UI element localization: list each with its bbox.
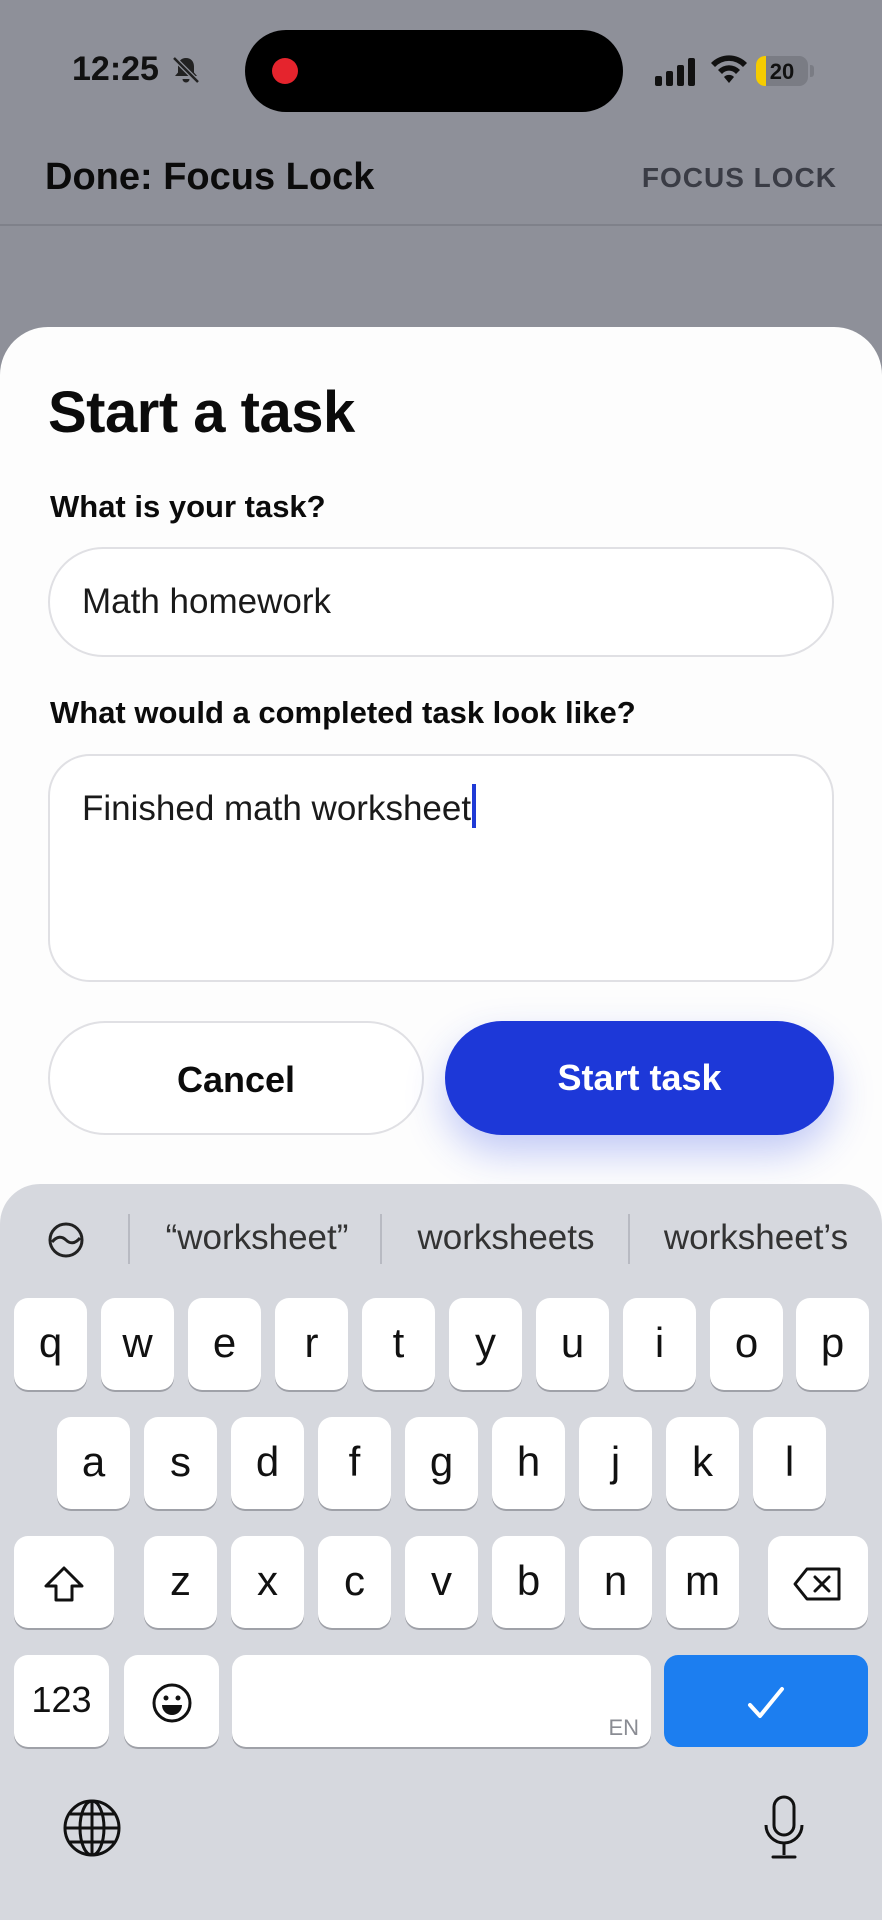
task-input[interactable]: Math homework xyxy=(48,547,834,657)
emoji-key[interactable] xyxy=(124,1655,219,1747)
text-caret xyxy=(472,784,477,828)
key-p[interactable]: p xyxy=(796,1298,869,1390)
key-y[interactable]: y xyxy=(449,1298,522,1390)
completion-label: What would a completed task look like? xyxy=(50,695,636,730)
bell-slash-icon xyxy=(172,56,200,84)
cancel-button[interactable]: Cancel xyxy=(48,1021,424,1135)
key-c[interactable]: c xyxy=(318,1536,391,1628)
task-input-value: Math homework xyxy=(82,582,331,621)
key-v[interactable]: v xyxy=(405,1536,478,1628)
key-g[interactable]: g xyxy=(405,1417,478,1509)
shift-icon xyxy=(44,1566,84,1602)
battery-percent: 20 xyxy=(769,59,795,84)
key-o[interactable]: o xyxy=(710,1298,783,1390)
space-language-label: EN xyxy=(608,1715,639,1740)
battery-icon: 20 xyxy=(756,56,808,86)
suggestion-bar: “worksheet” worksheets worksheet’s xyxy=(0,1184,882,1294)
key-k[interactable]: k xyxy=(666,1417,739,1509)
key-s[interactable]: s xyxy=(144,1417,217,1509)
header-title: Done: Focus Lock xyxy=(45,156,375,198)
header-brand: FOCUS LOCK xyxy=(641,162,837,193)
key-j[interactable]: j xyxy=(579,1417,652,1509)
wifi-icon xyxy=(711,55,747,83)
sheet-title: Start a task xyxy=(48,380,355,445)
completion-textarea-value: Finished math worksheet xyxy=(82,789,472,828)
suggestion-2[interactable]: worksheets xyxy=(384,1218,628,1258)
dynamic-island xyxy=(245,30,623,112)
checkmark-icon xyxy=(748,1686,784,1718)
key-d[interactable]: d xyxy=(231,1417,304,1509)
microphone-icon[interactable] xyxy=(763,1795,805,1861)
predictive-text-icon[interactable] xyxy=(46,1220,86,1260)
key-b[interactable]: b xyxy=(492,1536,565,1628)
cellular-signal-icon xyxy=(655,58,695,86)
keyboard: “worksheet” worksheets worksheet’s q w e… xyxy=(0,1184,882,1920)
delete-icon xyxy=(793,1567,841,1601)
key-m[interactable]: m xyxy=(666,1536,739,1628)
key-u[interactable]: u xyxy=(536,1298,609,1390)
app-header: Done: Focus Lock FOCUS LOCK xyxy=(0,150,882,226)
key-w[interactable]: w xyxy=(101,1298,174,1390)
suggestion-3[interactable]: worksheet’s xyxy=(632,1218,880,1258)
key-x[interactable]: x xyxy=(231,1536,304,1628)
key-h[interactable]: h xyxy=(492,1417,565,1509)
key-e[interactable]: e xyxy=(188,1298,261,1390)
completion-textarea[interactable]: Finished math worksheet xyxy=(48,754,834,982)
key-r[interactable]: r xyxy=(275,1298,348,1390)
key-n[interactable]: n xyxy=(579,1536,652,1628)
key-l[interactable]: l xyxy=(753,1417,826,1509)
delete-key[interactable] xyxy=(768,1536,868,1628)
status-bar: 12:25 20 xyxy=(0,0,882,150)
start-task-button[interactable]: Start task xyxy=(445,1021,834,1135)
key-f[interactable]: f xyxy=(318,1417,391,1509)
suggestion-1[interactable]: “worksheet” xyxy=(132,1218,382,1258)
key-t[interactable]: t xyxy=(362,1298,435,1390)
key-i[interactable]: i xyxy=(623,1298,696,1390)
key-z[interactable]: z xyxy=(144,1536,217,1628)
shift-key[interactable] xyxy=(14,1536,114,1628)
space-key[interactable]: EN xyxy=(232,1655,651,1747)
return-key[interactable] xyxy=(664,1655,868,1747)
numbers-key[interactable]: 123 xyxy=(14,1655,109,1747)
status-time: 12:25 xyxy=(72,50,159,88)
recording-dot-icon xyxy=(272,58,298,84)
emoji-icon xyxy=(152,1683,191,1723)
key-a[interactable]: a xyxy=(57,1417,130,1509)
task-label: What is your task? xyxy=(50,489,326,524)
globe-icon[interactable] xyxy=(62,1798,122,1858)
key-q[interactable]: q xyxy=(14,1298,87,1390)
